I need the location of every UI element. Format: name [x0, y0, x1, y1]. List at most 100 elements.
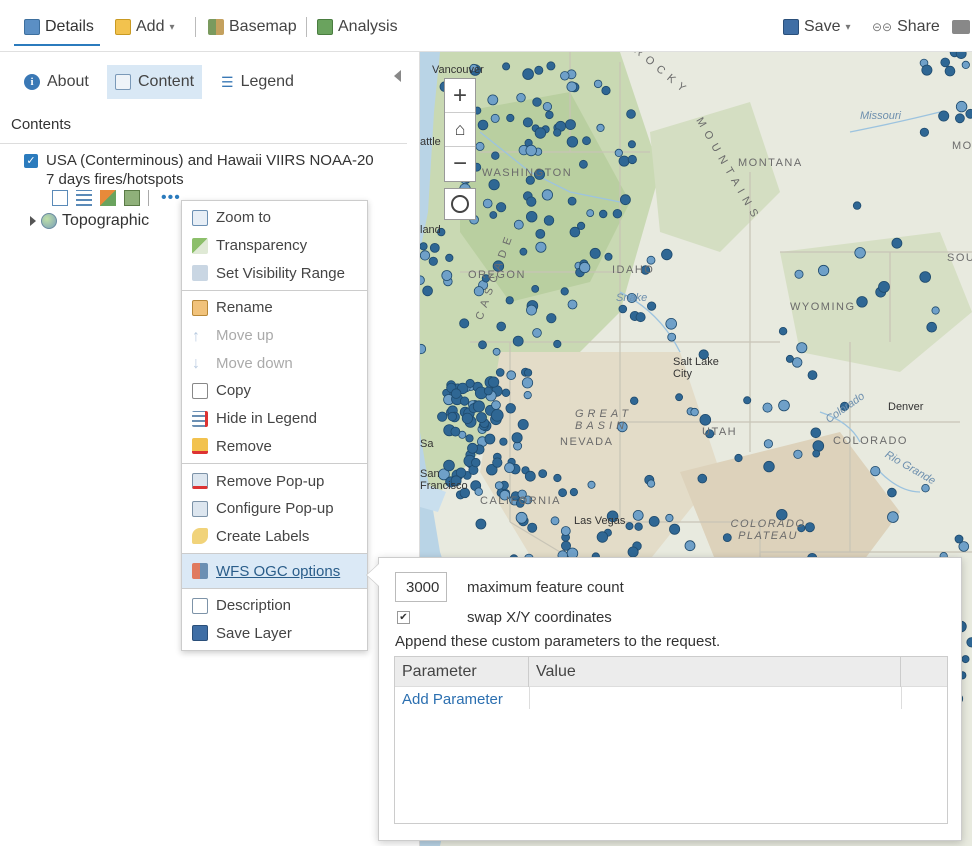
hotspot-marker[interactable] [461, 412, 474, 424]
hotspot-marker[interactable] [619, 194, 631, 206]
hotspot-marker[interactable] [743, 396, 752, 405]
hotspot-marker[interactable] [596, 531, 609, 543]
hotspot-marker[interactable] [491, 400, 501, 410]
hotspot-marker[interactable] [511, 432, 523, 444]
hotspot-marker[interactable] [526, 196, 537, 207]
hotspot-marker[interactable] [919, 271, 932, 283]
menu-item-remove[interactable]: Remove [182, 433, 367, 461]
hotspot-marker[interactable] [565, 119, 576, 130]
menu-item-set-visibility-range[interactable]: Set Visibility Range [182, 259, 367, 287]
show-legend-icon[interactable] [52, 190, 68, 206]
hotspot-marker[interactable] [542, 101, 553, 112]
hotspot-marker[interactable] [525, 144, 537, 157]
hotspot-marker[interactable] [471, 457, 481, 468]
hotspot-marker[interactable] [856, 296, 868, 308]
share-button[interactable]: ⊝⊝ Share [872, 14, 940, 40]
hotspot-marker[interactable] [646, 255, 656, 265]
hotspot-marker[interactable] [569, 487, 578, 497]
hotspot-marker[interactable] [566, 81, 578, 93]
locate-button[interactable] [444, 188, 476, 220]
hotspot-marker[interactable] [483, 386, 493, 396]
hotspot-marker[interactable] [429, 242, 440, 253]
tab-content[interactable]: Content [107, 65, 203, 99]
hotspot-marker[interactable] [891, 237, 903, 249]
hotspot-marker[interactable] [629, 396, 639, 405]
hotspot-marker[interactable] [465, 378, 475, 388]
hotspot-marker[interactable] [491, 408, 504, 422]
menu-item-copy[interactable]: Copy [182, 377, 367, 405]
hotspot-marker[interactable] [763, 460, 775, 473]
hotspot-marker[interactable] [955, 113, 965, 124]
hotspot-marker[interactable] [626, 109, 636, 119]
hotspot-marker[interactable] [627, 140, 636, 149]
hotspot-marker[interactable] [488, 376, 500, 388]
hotspot-marker[interactable] [870, 465, 881, 477]
hotspot-marker[interactable] [519, 247, 528, 256]
hotspot-marker[interactable] [887, 511, 899, 523]
hotspot-marker[interactable] [488, 179, 500, 191]
menu-item-transparency[interactable]: Transparency [182, 232, 367, 260]
hotspot-marker[interactable] [954, 534, 964, 544]
basemap-button[interactable]: Basemap [208, 14, 297, 40]
hotspot-marker[interactable] [878, 280, 890, 293]
hotspot-marker[interactable] [451, 388, 462, 399]
menu-item-hide-in-legend[interactable]: Hide in Legend [182, 405, 367, 433]
hotspot-marker[interactable] [491, 151, 500, 160]
hotspot-marker[interactable] [938, 110, 950, 122]
hotspot-marker[interactable] [961, 60, 970, 69]
hotspot-marker[interactable] [506, 113, 515, 123]
hotspot-marker[interactable] [465, 434, 474, 443]
hotspot-marker[interactable] [812, 440, 825, 452]
hotspot-marker[interactable] [490, 113, 500, 123]
hotspot-marker[interactable] [504, 462, 515, 474]
hotspot-marker[interactable] [569, 226, 581, 238]
hotspot-marker[interactable] [475, 141, 485, 151]
hotspot-marker[interactable] [763, 439, 773, 449]
menu-item-rename[interactable]: Rename [182, 294, 367, 322]
add-parameter-link[interactable]: Add Parameter [402, 691, 503, 708]
hotspot-marker[interactable] [506, 370, 516, 381]
perform-analysis-icon[interactable] [124, 190, 140, 206]
hotspot-marker[interactable] [940, 57, 950, 68]
hotspot-marker[interactable] [762, 402, 773, 413]
hotspot-marker[interactable] [523, 390, 532, 400]
menu-item-save-layer[interactable]: Save Layer [182, 620, 367, 648]
hotspot-marker[interactable] [516, 93, 526, 103]
hotspot-marker[interactable] [921, 64, 933, 76]
hotspot-marker[interactable] [517, 418, 529, 430]
layer-title[interactable]: USA (Conterminous) and Hawaii VIIRS NOAA… [46, 151, 376, 189]
hotspot-marker[interactable] [535, 228, 546, 239]
hotspot-marker[interactable] [627, 546, 639, 558]
analysis-button[interactable]: Analysis [317, 14, 398, 40]
hotspot-marker[interactable] [887, 487, 897, 498]
hotspot-marker[interactable] [593, 79, 603, 89]
hotspot-marker[interactable] [796, 342, 808, 354]
hotspot-marker[interactable] [560, 540, 571, 551]
hotspot-marker[interactable] [778, 399, 790, 412]
hotspot-marker[interactable] [459, 318, 470, 329]
tab-legend[interactable]: ☰ Legend [213, 65, 302, 99]
hotspot-marker[interactable] [961, 655, 970, 664]
hotspot-marker[interactable] [513, 219, 524, 230]
hotspot-marker[interactable] [699, 413, 712, 426]
hotspot-marker[interactable] [667, 332, 677, 342]
hotspot-marker[interactable] [567, 196, 577, 206]
hotspot-marker[interactable] [467, 442, 478, 454]
hotspot-marker[interactable] [495, 368, 505, 377]
hotspot-marker[interactable] [534, 65, 544, 75]
home-button[interactable]: ⌂ [445, 113, 475, 147]
hotspot-marker[interactable] [578, 159, 588, 169]
hotspot-marker[interactable] [505, 296, 514, 305]
hotspot-marker[interactable] [794, 269, 804, 279]
hotspot-marker[interactable] [496, 202, 507, 213]
hotspot-marker[interactable] [566, 136, 579, 148]
collapse-panel-icon[interactable] [394, 70, 401, 82]
hotspot-marker[interactable] [459, 396, 470, 406]
swap-xy-checkbox[interactable]: ✔ [397, 611, 410, 624]
basemap-layer-row[interactable]: Topographic [30, 212, 149, 230]
hotspot-marker[interactable] [420, 242, 428, 251]
hotspot-marker[interactable] [625, 522, 634, 531]
hotspot-marker[interactable] [543, 215, 555, 226]
hotspot-marker[interactable] [527, 522, 538, 533]
hotspot-marker[interactable] [793, 449, 803, 459]
